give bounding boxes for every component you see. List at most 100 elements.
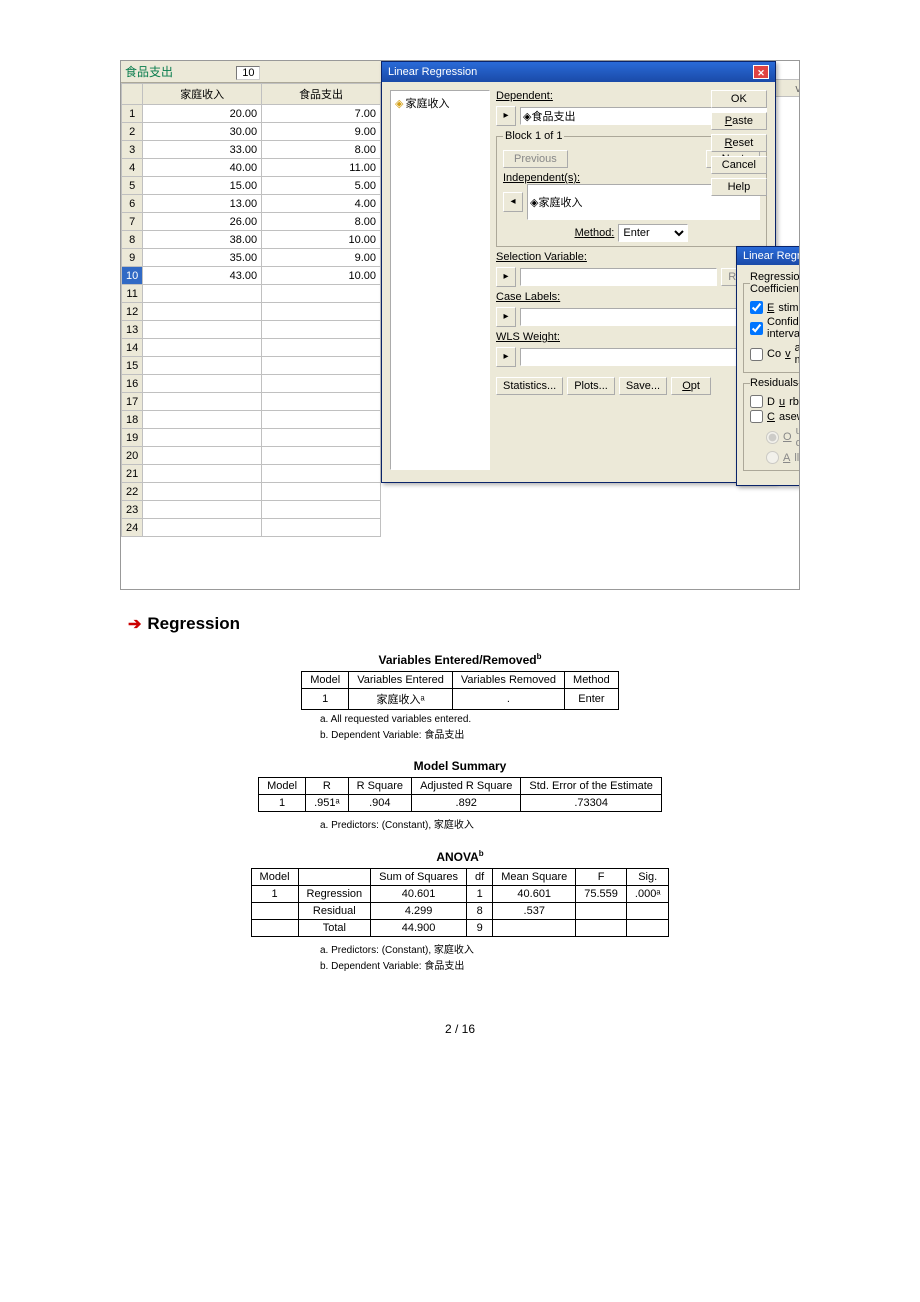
covariance-check[interactable]: Covariance matrix xyxy=(750,342,800,366)
row-header[interactable]: 16 xyxy=(122,375,143,393)
cell[interactable]: 38.00 xyxy=(143,231,262,249)
cell[interactable] xyxy=(262,303,381,321)
move-dependent-button[interactable]: ▸ xyxy=(496,106,516,126)
cell[interactable] xyxy=(143,303,262,321)
paste-button[interactable]: Paste xyxy=(711,112,767,130)
wls-field[interactable] xyxy=(520,348,767,366)
stats-titlebar[interactable]: Linear Regression: Statistics xyxy=(737,247,800,265)
casewise-check[interactable]: Casewise diagnostics xyxy=(750,410,800,423)
cell[interactable]: 43.00 xyxy=(143,267,262,285)
cell[interactable]: 11.00 xyxy=(262,159,381,177)
cell[interactable] xyxy=(262,375,381,393)
dialog-titlebar[interactable]: Linear Regression ✕ xyxy=(382,62,775,82)
cell[interactable] xyxy=(143,501,262,519)
cell[interactable] xyxy=(143,285,262,303)
cell[interactable] xyxy=(262,339,381,357)
durbin-check[interactable]: Durbin-Watson xyxy=(750,395,800,408)
cancel-button[interactable]: Cancel xyxy=(711,156,767,174)
source-var-list[interactable]: ◈家庭收入 xyxy=(390,90,490,470)
cell[interactable]: 33.00 xyxy=(143,141,262,159)
row-header[interactable]: 23 xyxy=(122,501,143,519)
cell[interactable] xyxy=(262,429,381,447)
row-header[interactable]: 19 xyxy=(122,429,143,447)
statistics-button[interactable]: Statistics... xyxy=(496,377,563,395)
cell[interactable] xyxy=(143,393,262,411)
cell[interactable] xyxy=(143,519,262,537)
cell[interactable]: 5.00 xyxy=(262,177,381,195)
cell[interactable] xyxy=(143,357,262,375)
cell[interactable]: 8.00 xyxy=(262,213,381,231)
cell[interactable]: 9.00 xyxy=(262,249,381,267)
cell[interactable] xyxy=(143,447,262,465)
move-independent-button[interactable]: ◂ xyxy=(503,192,523,212)
method-select[interactable]: Enter xyxy=(618,224,688,242)
cell[interactable] xyxy=(262,285,381,303)
cell[interactable] xyxy=(143,339,262,357)
row-header[interactable]: 3 xyxy=(122,141,143,159)
cell[interactable] xyxy=(262,447,381,465)
cell[interactable]: 9.00 xyxy=(262,123,381,141)
row-header[interactable]: 13 xyxy=(122,321,143,339)
reset-button[interactable]: Reset xyxy=(711,134,767,152)
cell[interactable]: 30.00 xyxy=(143,123,262,141)
move-selvar-button[interactable]: ▸ xyxy=(496,267,516,287)
row-header[interactable]: 5 xyxy=(122,177,143,195)
cell[interactable] xyxy=(262,501,381,519)
cell[interactable]: 40.00 xyxy=(143,159,262,177)
row-header[interactable]: 18 xyxy=(122,411,143,429)
plots-button[interactable]: Plots... xyxy=(567,377,615,395)
row-header[interactable]: 7 xyxy=(122,213,143,231)
cell[interactable]: 7.00 xyxy=(262,105,381,123)
cell[interactable] xyxy=(262,519,381,537)
row-header[interactable]: 22 xyxy=(122,483,143,501)
cell[interactable] xyxy=(143,321,262,339)
help-button[interactable]: Help xyxy=(711,178,767,196)
ok-button[interactable]: OK xyxy=(711,90,767,108)
case-num-input[interactable] xyxy=(236,66,260,80)
move-case-button[interactable]: ▸ xyxy=(496,307,516,327)
cell[interactable] xyxy=(143,375,262,393)
row-header[interactable]: 12 xyxy=(122,303,143,321)
case-field[interactable] xyxy=(520,308,767,326)
confidence-check[interactable]: Confidence intervals xyxy=(750,316,800,340)
cell[interactable] xyxy=(143,411,262,429)
cell[interactable]: 10.00 xyxy=(262,231,381,249)
row-header[interactable]: 10 xyxy=(122,267,143,285)
cell[interactable] xyxy=(262,465,381,483)
options-button[interactable]: Opt xyxy=(671,377,711,395)
cell[interactable]: 15.00 xyxy=(143,177,262,195)
row-header[interactable]: 24 xyxy=(122,519,143,537)
col-header-2[interactable]: 食品支出 xyxy=(262,84,381,105)
cell[interactable] xyxy=(262,483,381,501)
cell[interactable] xyxy=(143,483,262,501)
cell[interactable] xyxy=(262,393,381,411)
cell[interactable]: 35.00 xyxy=(143,249,262,267)
row-header[interactable]: 8 xyxy=(122,231,143,249)
estimates-check[interactable]: Estimates xyxy=(750,301,800,314)
row-header[interactable]: 20 xyxy=(122,447,143,465)
previous-button[interactable]: Previous xyxy=(503,150,568,168)
cell[interactable] xyxy=(262,411,381,429)
cell[interactable] xyxy=(262,357,381,375)
row-header[interactable]: 11 xyxy=(122,285,143,303)
row-header[interactable]: 15 xyxy=(122,357,143,375)
cell[interactable]: 4.00 xyxy=(262,195,381,213)
cell[interactable]: 20.00 xyxy=(143,105,262,123)
cell[interactable] xyxy=(143,429,262,447)
row-header[interactable]: 6 xyxy=(122,195,143,213)
row-header[interactable]: 17 xyxy=(122,393,143,411)
row-header[interactable]: 21 xyxy=(122,465,143,483)
cell[interactable]: 13.00 xyxy=(143,195,262,213)
col-header-1[interactable]: 家庭收入 xyxy=(143,84,262,105)
cell[interactable]: 8.00 xyxy=(262,141,381,159)
selvar-field[interactable] xyxy=(520,268,717,286)
cell[interactable] xyxy=(143,465,262,483)
move-wls-button[interactable]: ▸ xyxy=(496,347,516,367)
row-header[interactable]: 14 xyxy=(122,339,143,357)
row-header[interactable]: 9 xyxy=(122,249,143,267)
row-header[interactable]: 1 xyxy=(122,105,143,123)
cell[interactable]: 26.00 xyxy=(143,213,262,231)
close-icon[interactable]: ✕ xyxy=(753,65,769,79)
cell[interactable]: 10.00 xyxy=(262,267,381,285)
cell[interactable] xyxy=(262,321,381,339)
